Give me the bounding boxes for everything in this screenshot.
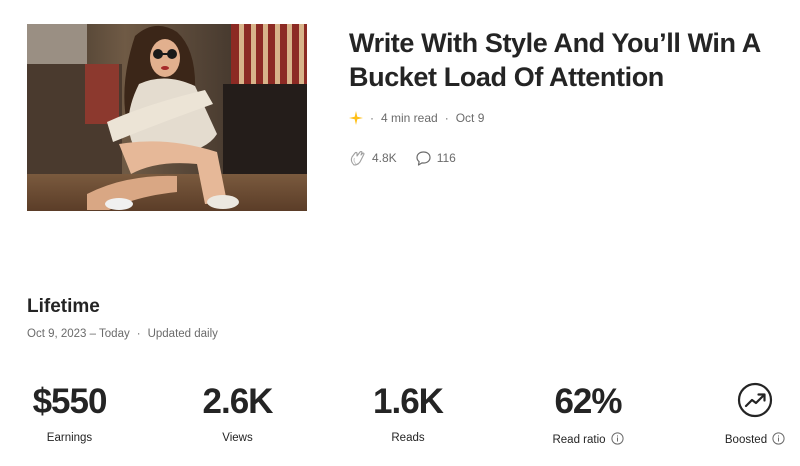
- earnings-value: $550: [32, 382, 108, 421]
- info-icon[interactable]: [610, 432, 624, 448]
- read-time: 4 min read: [381, 111, 438, 125]
- lifetime-date-range: Oct 9, 2023 – Today: [27, 328, 130, 340]
- read-ratio-label-row: Read ratio: [552, 432, 624, 448]
- boosted-label-row: Boosted: [725, 432, 785, 448]
- article-stats: 4.8K 116: [349, 148, 456, 168]
- views-label: Views: [222, 432, 253, 444]
- views-value: 2.6K: [202, 382, 274, 421]
- boosted-metric: Boosted: [722, 380, 788, 448]
- responses-count: 116: [436, 151, 456, 165]
- views-metric: 2.6K Views: [200, 380, 275, 444]
- claps-stat[interactable]: 4.8K: [349, 149, 397, 167]
- read-ratio-metric: 62% Read ratio: [549, 380, 627, 448]
- article-thumbnail[interactable]: [27, 24, 307, 211]
- boosted-label: Boosted: [724, 434, 768, 446]
- article-meta: · 4 min read · Oct 9: [349, 109, 484, 127]
- earnings-metric: $550 Earnings: [27, 380, 112, 444]
- lifetime-update-note: Updated daily: [147, 328, 218, 340]
- boosted-icon-wrap: [737, 380, 773, 424]
- meta-separator: ·: [136, 328, 141, 340]
- responses-stat[interactable]: 116: [415, 150, 456, 167]
- info-icon[interactable]: [772, 432, 785, 448]
- read-ratio-label: Read ratio: [552, 434, 606, 446]
- sparkle-star-icon: [349, 111, 363, 125]
- reads-metric: 1.6K Reads: [373, 380, 444, 444]
- claps-count: 4.8K: [372, 151, 397, 165]
- meta-separator: ·: [444, 111, 449, 125]
- reads-value: 1.6K: [373, 382, 444, 421]
- lifetime-subtitle: Oct 9, 2023 – Today · Updated daily: [27, 328, 218, 340]
- read-ratio-value: 62%: [554, 382, 622, 421]
- trending-up-circle-icon: [737, 382, 773, 423]
- comment-icon: [415, 150, 437, 167]
- meta-separator: ·: [370, 111, 374, 125]
- lifetime-heading: Lifetime: [27, 296, 100, 317]
- clap-icon: [349, 149, 372, 167]
- publish-date: Oct 9: [455, 111, 485, 125]
- reads-label: Reads: [391, 432, 425, 444]
- article-photo: [27, 24, 307, 211]
- earnings-label: Earnings: [46, 432, 93, 444]
- article-title[interactable]: Write With Style And You’ll Win A Bucket…: [349, 26, 769, 94]
